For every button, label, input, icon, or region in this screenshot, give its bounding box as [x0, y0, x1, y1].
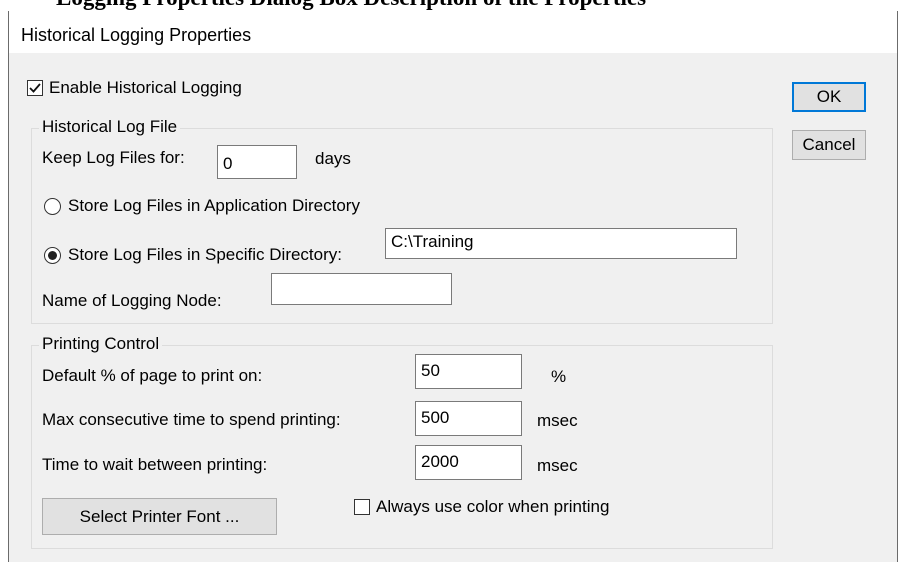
wait-time-input[interactable]: 2000 — [415, 445, 522, 480]
default-percent-label: Default % of page to print on: — [42, 366, 263, 385]
max-time-label: Max consecutive time to spend printing: — [42, 410, 341, 429]
keep-days-unit: days — [315, 149, 351, 168]
document-heading-fragment: Logging Properties Dialog Box Descriptio… — [0, 0, 905, 11]
logging-node-label: Name of Logging Node: — [42, 291, 222, 310]
keep-days-input[interactable]: 0 — [217, 145, 297, 179]
ok-button[interactable]: OK — [792, 82, 866, 112]
document-heading-text: Logging Properties Dialog Box Descriptio… — [56, 0, 646, 11]
keep-log-files-label: Keep Log Files for: — [42, 148, 185, 167]
max-time-input[interactable]: 500 — [415, 401, 522, 436]
store-app-dir-label[interactable]: Store Log Files in Application Directory — [68, 196, 360, 216]
always-color-label[interactable]: Always use color when printing — [376, 497, 609, 517]
enable-logging-label[interactable]: Enable Historical Logging — [49, 78, 242, 98]
wait-time-unit: msec — [537, 456, 578, 475]
store-app-dir-radio[interactable] — [44, 198, 61, 215]
dialog-titlebar: Historical Logging Properties — [9, 11, 897, 53]
historical-log-file-legend: Historical Log File — [39, 117, 181, 137]
max-time-unit: msec — [537, 411, 578, 430]
dialog-title: Historical Logging Properties — [21, 25, 252, 45]
store-specific-dir-label[interactable]: Store Log Files in Specific Directory: — [68, 245, 342, 265]
select-printer-font-button[interactable]: Select Printer Font ... — [42, 498, 277, 535]
default-percent-input[interactable]: 50 — [415, 354, 522, 389]
enable-logging-checkbox[interactable] — [27, 80, 43, 96]
always-color-checkbox[interactable] — [354, 499, 370, 515]
wait-time-label: Time to wait between printing: — [42, 455, 268, 474]
logging-node-input[interactable] — [271, 273, 452, 305]
store-specific-dir-radio[interactable] — [44, 247, 61, 264]
radio-selected-dot — [48, 251, 57, 260]
historical-logging-dialog: Historical Logging Properties Enable His… — [8, 11, 898, 562]
checkmark-icon — [29, 83, 41, 93]
printing-control-legend: Printing Control — [39, 334, 163, 354]
specific-directory-input[interactable]: C:\Training — [385, 228, 737, 259]
cancel-button[interactable]: Cancel — [792, 130, 866, 160]
default-percent-unit: % — [551, 367, 567, 386]
